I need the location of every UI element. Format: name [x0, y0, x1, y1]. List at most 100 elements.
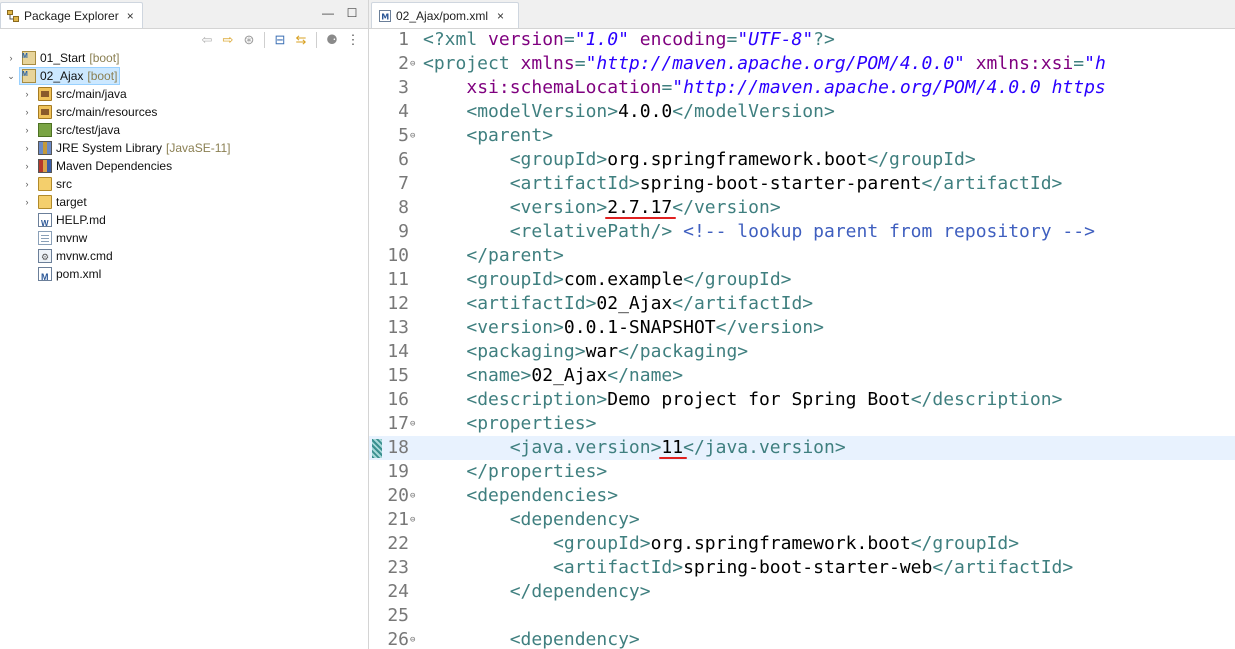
code-line[interactable]: 9 <relativePath/> <!-- lookup parent fro…: [369, 220, 1235, 244]
code-line[interactable]: 5 ⊖ <parent>: [369, 124, 1235, 148]
code-line[interactable]: 12 <artifactId>02_Ajax</artifactId>: [369, 292, 1235, 316]
tree-item[interactable]: pom.xml: [0, 265, 368, 286]
code-token: "1.0": [574, 29, 629, 50]
code-token: </groupId>: [683, 269, 792, 290]
code-token: "http://maven.apache.org/POM/4.0.0 https: [672, 77, 1106, 98]
code-line[interactable]: 1 <?xml version="1.0" encoding="UTF-8"?>: [369, 28, 1235, 52]
code-line[interactable]: 17 ⊖ <properties>: [369, 412, 1235, 436]
tree-item[interactable]: › Maven Dependencies: [0, 157, 368, 175]
forward-arrow-icon[interactable]: ⇨: [219, 31, 237, 49]
code-token: <groupId>: [553, 533, 651, 554]
code-line[interactable]: 3 xsi:schemaLocation="http://maven.apach…: [369, 76, 1235, 100]
code-line[interactable]: 26 ⊖ <dependency>: [369, 628, 1235, 649]
code-token: </version>: [672, 197, 781, 218]
link-editor-icon[interactable]: ⇆: [292, 31, 310, 49]
fold-toggle-icon[interactable]: ⊖: [410, 52, 420, 76]
code-line[interactable]: 20 ⊖ <dependencies>: [369, 484, 1235, 508]
chevron-right-icon[interactable]: ›: [6, 49, 16, 67]
chevron-right-icon[interactable]: ›: [22, 193, 32, 211]
code-line[interactable]: 23 <artifactId>spring-boot-starter-web</…: [369, 556, 1235, 580]
back-arrow-icon[interactable]: ⇦: [198, 31, 216, 49]
tree-item[interactable]: ›01_Start[boot]: [0, 48, 368, 67]
fold-toggle-icon[interactable]: ⊖: [410, 412, 420, 436]
code-token: <artifactId>: [509, 173, 640, 194]
code-line[interactable]: 22 <groupId>org.springframework.boot</gr…: [369, 532, 1235, 556]
code-line[interactable]: 21 ⊖ <dependency>: [369, 508, 1235, 532]
maximize-icon[interactable]: ☐: [345, 6, 359, 20]
code-line[interactable]: 13 <version>0.0.1-SNAPSHOT</version>: [369, 316, 1235, 340]
code-token: <packaging>: [466, 341, 586, 362]
chevron-right-icon[interactable]: ›: [22, 85, 32, 103]
chevron-right-icon[interactable]: ›: [22, 121, 32, 139]
tree-item[interactable]: › src/test/java: [0, 121, 368, 139]
tree-item[interactable]: › src: [0, 175, 368, 193]
code-line[interactable]: 7 <artifactId>spring-boot-starter-parent…: [369, 172, 1235, 196]
code-text: <packaging>war</packaging>: [423, 340, 748, 364]
tree-item-label: mvnw: [56, 231, 88, 245]
line-number: 11: [387, 269, 409, 290]
fold-toggle-icon[interactable]: ⊖: [410, 124, 420, 148]
code-line[interactable]: 11 <groupId>com.example</groupId>: [369, 268, 1235, 292]
minimize-icon[interactable]: —: [321, 6, 335, 20]
code-token: encoding: [639, 29, 727, 50]
focus-icon[interactable]: ⚈: [323, 31, 341, 49]
tab-pom-xml[interactable]: M 02_Ajax/pom.xml ×: [371, 2, 519, 28]
line-number: 14: [387, 341, 409, 362]
tree-item[interactable]: mvnw.cmd: [0, 247, 368, 266]
tree-item[interactable]: ⌄02_Ajax[boot]: [0, 66, 368, 85]
code-token: <!-- lookup parent from repository -->: [683, 221, 1095, 242]
tree-item[interactable]: › target: [0, 193, 368, 211]
code-line[interactable]: 4 <modelVersion>4.0.0</modelVersion>: [369, 100, 1235, 124]
code-token: </groupId>: [867, 149, 976, 170]
maven-project-icon: [22, 66, 36, 84]
code-line[interactable]: 25: [369, 604, 1235, 628]
tree-item[interactable]: › JRE System Library [JavaSE-11]: [0, 139, 368, 157]
chevron-right-icon[interactable]: ›: [22, 103, 32, 121]
tree-item[interactable]: › src/main/resources: [0, 103, 368, 121]
tree-item[interactable]: mvnw: [0, 229, 368, 247]
code-token: <java.version>: [509, 437, 662, 458]
tree-item[interactable]: › src/main/java: [0, 85, 368, 103]
code-token: =: [726, 29, 738, 50]
tree-item-content: src/main/resources: [35, 103, 160, 121]
chevron-down-icon[interactable]: ⌄: [6, 67, 16, 85]
fold-toggle-icon[interactable]: ⊖: [410, 628, 420, 649]
code-token: <version>: [509, 197, 608, 218]
tree-item[interactable]: HELP.md: [0, 211, 368, 233]
code-text: <groupId>org.springframework.boot</group…: [423, 532, 1019, 556]
collapse-all-icon[interactable]: ⊟: [271, 31, 289, 49]
tree-item-content: src/main/java: [35, 85, 130, 103]
close-icon[interactable]: ×: [127, 9, 134, 23]
chevron-right-icon[interactable]: ›: [22, 175, 32, 193]
sync-icon[interactable]: ⊛: [240, 31, 258, 49]
fold-toggle-icon[interactable]: ⊖: [410, 484, 420, 508]
code-line[interactable]: 15 <name>02_Ajax</name>: [369, 364, 1235, 388]
tab-package-explorer[interactable]: Package Explorer ×: [0, 2, 143, 28]
chevron-right-icon[interactable]: ›: [22, 139, 32, 157]
code-token: xmlns:xsi: [975, 53, 1074, 74]
code-line[interactable]: 6 <groupId>org.springframework.boot</gro…: [369, 148, 1235, 172]
code-text: <?xml version="1.0" encoding="UTF-8"?>: [423, 28, 835, 52]
code-area[interactable]: 1 <?xml version="1.0" encoding="UTF-8"?> 2…: [369, 28, 1235, 649]
code-token: <artifactId>: [553, 557, 684, 578]
tree-item-label: src/main/java: [56, 87, 127, 101]
chevron-right-icon[interactable]: ›: [22, 157, 32, 175]
tree-item-label: target: [56, 195, 87, 209]
code-token: <properties>: [466, 413, 597, 434]
fold-toggle-icon[interactable]: ⊖: [410, 508, 420, 532]
code-line[interactable]: 2 ⊖ <project xmlns="http://maven.apache.or…: [369, 52, 1235, 76]
code-line[interactable]: 8 <version>2.7.17</version>: [369, 196, 1235, 220]
code-line[interactable]: 14 <packaging>war</packaging>: [369, 340, 1235, 364]
code-line[interactable]: 24 </dependency>: [369, 580, 1235, 604]
view-menu-icon[interactable]: ⋮: [344, 31, 362, 49]
code-line[interactable]: 19 </properties>: [369, 460, 1235, 484]
code-line[interactable]: 18 <java.version>11</java.version>: [369, 436, 1235, 460]
close-icon[interactable]: ×: [497, 9, 504, 23]
code-line[interactable]: 16 <description>Demo project for Spring …: [369, 388, 1235, 412]
code-line[interactable]: 10 </parent>: [369, 244, 1235, 268]
code-token: spring-boot-starter-web: [683, 557, 933, 578]
